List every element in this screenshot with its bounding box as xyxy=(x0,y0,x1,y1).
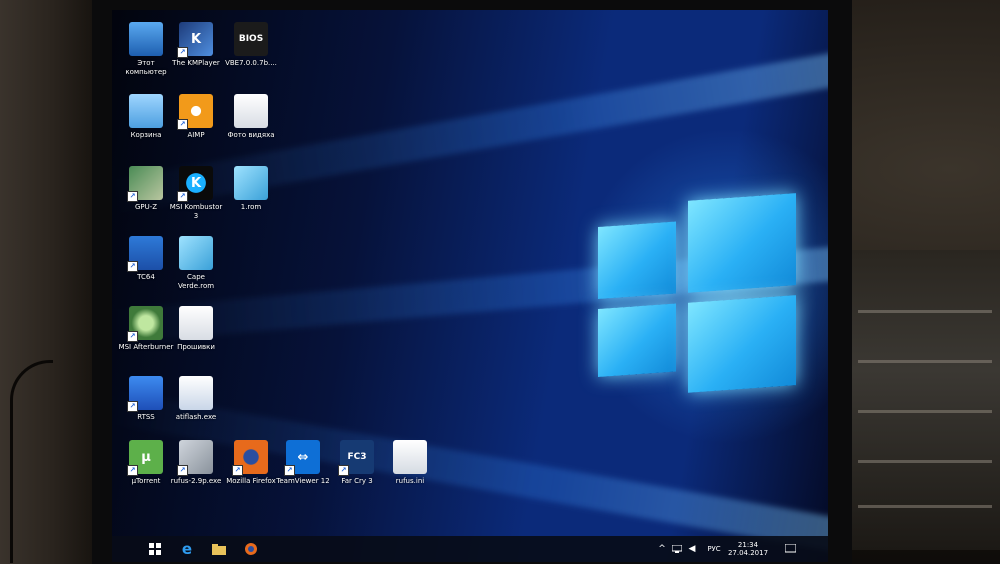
computer-icon xyxy=(129,22,163,56)
desktop-icon-label: GPU-Z xyxy=(134,203,158,211)
shortcut-arrow-icon: ↗ xyxy=(177,47,188,58)
shortcut-arrow-icon: ↗ xyxy=(177,119,188,130)
desktop-icon[interactable]: ↗ TC64 xyxy=(118,236,174,282)
desktop-icon[interactable]: ↗ Mozilla Firefox xyxy=(223,440,279,486)
shortcut-arrow-icon: ↗ xyxy=(177,465,188,476)
desktop-icon[interactable]: Прошивки xyxy=(168,306,224,352)
shelf xyxy=(850,250,1000,550)
left-wall xyxy=(0,0,95,564)
ini-file-icon xyxy=(393,440,427,474)
desktop-icon[interactable]: ↗ GPU-Z xyxy=(118,166,174,212)
clock-time: 21:34 xyxy=(737,541,759,549)
shortcut-arrow-icon: ↗ xyxy=(232,465,243,476)
firefox-icon[interactable] xyxy=(236,536,266,562)
folder-icon xyxy=(179,306,213,340)
desktop-icon-label: VBE7.0.0.7b.... xyxy=(225,59,277,67)
shortcut-arrow-icon: ↗ xyxy=(127,331,138,342)
desktop-icon-label: RTSS xyxy=(137,413,155,421)
rom-file-icon xyxy=(234,166,268,200)
desktop-icon[interactable]: Фото видяха xyxy=(223,94,279,140)
shortcut-arrow-icon: ↗ xyxy=(127,465,138,476)
desktop-icon[interactable]: BIOS VBE7.0.0.7b.... xyxy=(223,22,279,68)
shortcut-arrow-icon: ↗ xyxy=(338,465,349,476)
shortcut-arrow-icon: ↗ xyxy=(177,191,188,202)
desktop-icon-label: µTorrent xyxy=(131,477,161,485)
taskbar: e ^ ◀ РУС 21:34 27.04.2017 xyxy=(112,536,828,562)
file-explorer-icon[interactable] xyxy=(204,536,234,562)
desktop-icon[interactable]: ↗ MSI Afterburner xyxy=(118,306,174,352)
teamviewer-icon: ⇔ ↗ xyxy=(284,440,320,476)
clock[interactable]: 21:34 27.04.2017 xyxy=(726,536,770,562)
desktop-icon-label: Far Cry 3 xyxy=(341,477,373,485)
desktop-icon[interactable]: FC3 ↗ Far Cry 3 xyxy=(329,440,385,486)
desktop-icon[interactable]: atiflash.exe xyxy=(168,376,224,422)
rom-file-icon xyxy=(179,236,213,270)
aimp-icon: ↗ xyxy=(177,94,213,130)
action-center-icon[interactable] xyxy=(780,536,800,562)
desktop-icon[interactable]: K ↗ The KMPlayer xyxy=(168,22,224,68)
volume-icon[interactable]: ◀ xyxy=(685,536,699,562)
desktop-icon[interactable]: ↗ RTSS xyxy=(118,376,174,422)
windows-start-icon[interactable] xyxy=(140,536,170,562)
desktop-icon-label: The KMPlayer xyxy=(172,59,220,67)
desktop-icon-label: atiflash.exe xyxy=(175,413,217,421)
gpuz-icon: ↗ xyxy=(127,166,163,202)
desktop-icon-label: Mozilla Firefox xyxy=(226,477,276,485)
rtss-icon: ↗ xyxy=(127,376,163,412)
desktop-icon-label: MSI Kombustor 3 xyxy=(169,203,223,220)
cable xyxy=(10,360,53,563)
clock-date: 27.04.2017 xyxy=(727,549,769,557)
exe-icon xyxy=(179,376,213,410)
shortcut-arrow-icon: ↗ xyxy=(284,465,295,476)
desktop-icon-label: Фото видяха xyxy=(227,131,275,139)
desktop-icon-label: TC64 xyxy=(137,273,155,281)
kombustor-icon: K ↗ xyxy=(177,166,213,202)
desktop-icon[interactable]: 1.rom xyxy=(223,166,279,212)
farcry3-icon: FC3 ↗ xyxy=(338,440,374,476)
desktop-icon[interactable]: ⇔ ↗ TeamViewer 12 xyxy=(275,440,331,486)
desktop-icon[interactable]: µ ↗ µTorrent xyxy=(118,440,174,486)
desktop-icon[interactable]: ↗ AIMP xyxy=(168,94,224,140)
bios-icon: BIOS xyxy=(234,22,268,56)
windows-logo xyxy=(598,183,798,402)
rufus-icon: ↗ xyxy=(177,440,213,476)
show-hidden-icons[interactable]: ^ xyxy=(655,536,669,562)
desktop-icon-label: AIMP xyxy=(187,131,205,139)
desktop-icon[interactable]: Cape Verde.rom xyxy=(168,236,224,291)
afterburner-icon: ↗ xyxy=(127,306,163,342)
desktop-icon-label: rufus-2.9p.exe xyxy=(170,477,222,485)
shortcut-arrow-icon: ↗ xyxy=(127,401,138,412)
tc64-icon: ↗ xyxy=(127,236,163,272)
desktop-icon-label: Этот компьютер xyxy=(125,59,167,76)
desktop-icon-label: 1.rom xyxy=(240,203,262,211)
desktop-icon[interactable]: rufus.ini xyxy=(382,440,438,486)
folder-icon xyxy=(234,94,268,128)
network-icon[interactable] xyxy=(670,536,684,562)
desktop-icon[interactable]: Этот компьютер xyxy=(118,22,174,77)
shortcut-arrow-icon: ↗ xyxy=(127,261,138,272)
desktop-icon-label: Прошивки xyxy=(177,343,215,351)
firefox-icon: ↗ xyxy=(232,440,268,476)
kmplayer-icon: K ↗ xyxy=(177,22,213,58)
edge-icon[interactable]: e xyxy=(172,536,202,562)
desktop-screen: Этот компьютер K ↗ The KMPlayer BIOS VBE7.0.0… xyxy=(112,10,828,562)
desktop-icon-label: rufus.ini xyxy=(395,477,425,485)
shortcut-arrow-icon: ↗ xyxy=(127,191,138,202)
desktop-icon[interactable]: ↗ rufus-2.9p.exe xyxy=(168,440,224,486)
utorrent-icon: µ ↗ xyxy=(127,440,163,476)
desktop-icon[interactable]: Корзина xyxy=(118,94,174,140)
desktop-icon-label: Корзина xyxy=(130,131,162,139)
desktop-icon-label: TeamViewer 12 xyxy=(276,477,330,485)
language-indicator[interactable]: РУС xyxy=(702,536,726,562)
recycle-bin-icon xyxy=(129,94,163,128)
desktop-icon-label: MSI Afterburner xyxy=(118,343,174,351)
desktop-icon[interactable]: K ↗ MSI Kombustor 3 xyxy=(168,166,224,221)
desktop-icon-label: Cape Verde.rom xyxy=(177,273,215,290)
